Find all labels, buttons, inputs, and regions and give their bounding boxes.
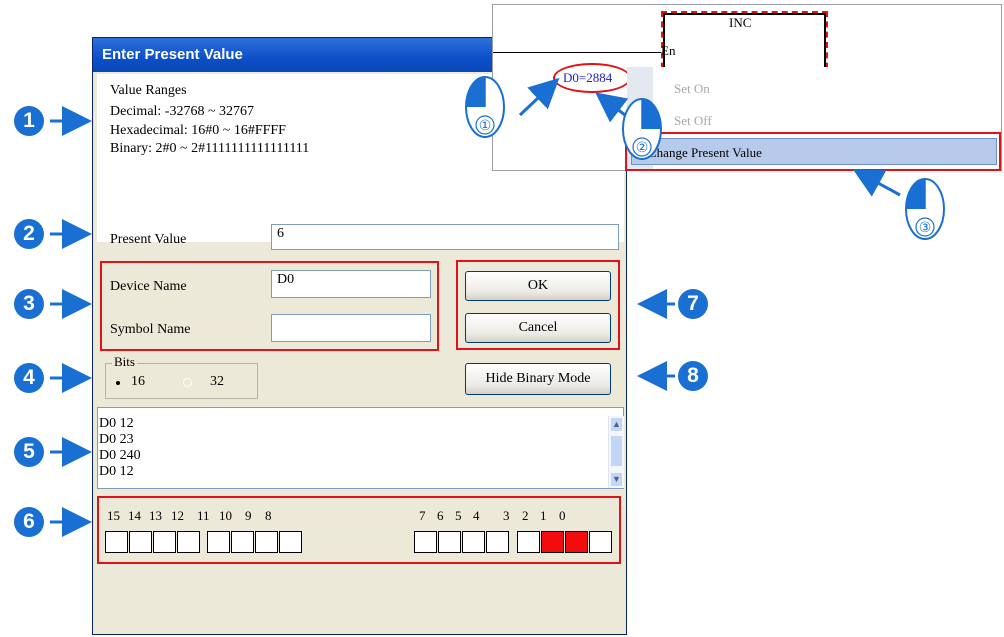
symbol-name-label: Symbol Name — [110, 322, 191, 337]
en-pin-label: En — [661, 43, 676, 58]
bit-cell[interactable] — [207, 531, 230, 553]
history-item[interactable]: D0 23 — [99, 432, 134, 448]
callout-1: 1 — [14, 106, 44, 136]
history-list[interactable] — [97, 407, 624, 489]
decimal-range: Decimal: -32768 ~ 32767 — [110, 104, 255, 119]
scroll-thumb[interactable] — [611, 436, 622, 466]
bit-cell[interactable] — [438, 531, 461, 553]
bit-label: 10 — [219, 508, 232, 523]
bit-label: 11 — [197, 508, 210, 523]
bits-32-radio[interactable] — [183, 378, 192, 387]
bit-label: 14 — [128, 508, 141, 523]
present-value-input[interactable]: 6 — [271, 224, 619, 250]
present-value-label: Present Value — [110, 232, 187, 247]
bit-cell[interactable] — [105, 531, 128, 553]
callout-4: 4 — [14, 363, 44, 393]
bit-label: 3 — [503, 508, 510, 523]
bit-cell[interactable] — [153, 531, 176, 553]
bit-label: 2 — [522, 508, 529, 523]
history-item[interactable]: D0 12 — [99, 416, 134, 432]
cancel-button[interactable]: Cancel — [465, 313, 611, 343]
bit-label: 0 — [559, 508, 566, 523]
hex-range: Hexadecimal: 16#0 ~ 16#FFFF — [110, 123, 286, 138]
bit-cell[interactable] — [414, 531, 437, 553]
scroll-down-icon[interactable]: ▼ — [611, 473, 622, 486]
bits-32-label: 32 — [210, 374, 224, 389]
callout-6: 6 — [14, 507, 44, 537]
mouse-step-3: ③ — [919, 220, 932, 236]
mouse-step-1: ① — [479, 118, 492, 134]
callout-5: 5 — [14, 437, 44, 467]
bit-label: 6 — [437, 508, 444, 523]
mouse-click-1-icon: ① — [465, 76, 505, 138]
menu-item-set-off[interactable]: Set Off — [674, 113, 712, 129]
callout-7: 7 — [678, 289, 708, 319]
bit-cell[interactable] — [462, 531, 485, 553]
bit-cell[interactable] — [541, 531, 564, 553]
bit-cell[interactable] — [565, 531, 588, 553]
binary-bits-highlight — [97, 496, 621, 564]
callout-2: 2 — [14, 219, 44, 249]
bit-label: 8 — [265, 508, 272, 523]
device-name-label: Device Name — [110, 279, 187, 294]
arrow-to-change-value — [852, 169, 901, 197]
inc-instruction-name: INC — [729, 15, 752, 30]
bit-cell[interactable] — [486, 531, 509, 553]
bit-cell[interactable] — [589, 531, 612, 553]
bit-label: 15 — [107, 508, 120, 523]
value-ranges-heading: Value Ranges — [110, 83, 187, 98]
symbol-name-input[interactable] — [271, 314, 431, 342]
bit-cell[interactable] — [279, 531, 302, 553]
mouse-click-3-icon: ③ — [905, 178, 945, 240]
bit-label: 9 — [245, 508, 252, 523]
bits-group-label: Bits — [112, 354, 137, 370]
mouse-click-2-icon: ② — [622, 98, 662, 160]
callout-8: 8 — [678, 361, 708, 391]
bit-label: 7 — [419, 508, 426, 523]
menu-item-set-on[interactable]: Set On — [674, 81, 710, 97]
history-scrollbar[interactable]: ▲ ▼ — [608, 416, 624, 488]
binary-range: Binary: 2#0 ~ 2#1111111111111111 — [110, 141, 310, 156]
bit-label: 1 — [540, 508, 547, 523]
bit-cell[interactable] — [255, 531, 278, 553]
bit-cell[interactable] — [177, 531, 200, 553]
bit-cell[interactable] — [129, 531, 152, 553]
radio-dot-icon — [115, 380, 120, 385]
history-item[interactable]: D0 12 — [99, 464, 134, 480]
ladder-diagram: INC En D0=2884 Set On Set Off Change Pre… — [492, 4, 1002, 171]
bit-cell[interactable] — [517, 531, 540, 553]
history-item[interactable]: D0 240 — [99, 448, 141, 464]
bits-16-radio[interactable] — [113, 378, 122, 387]
device-value-highlight — [553, 63, 631, 93]
mouse-step-2: ② — [636, 140, 649, 156]
ladder-rung-line — [493, 52, 661, 53]
bits-16-label: 16 — [131, 374, 145, 389]
bit-label: 4 — [473, 508, 480, 523]
scroll-up-icon[interactable]: ▲ — [611, 418, 622, 431]
callout-3: 3 — [14, 289, 44, 319]
ok-button[interactable]: OK — [465, 271, 611, 301]
change-present-value-highlight — [625, 132, 1001, 171]
bit-label: 5 — [455, 508, 462, 523]
bit-cell[interactable] — [231, 531, 254, 553]
bit-label: 12 — [171, 508, 184, 523]
bit-label: 13 — [149, 508, 162, 523]
device-name-input[interactable]: D0 — [271, 270, 431, 298]
hide-binary-mode-button[interactable]: Hide Binary Mode — [465, 363, 611, 395]
